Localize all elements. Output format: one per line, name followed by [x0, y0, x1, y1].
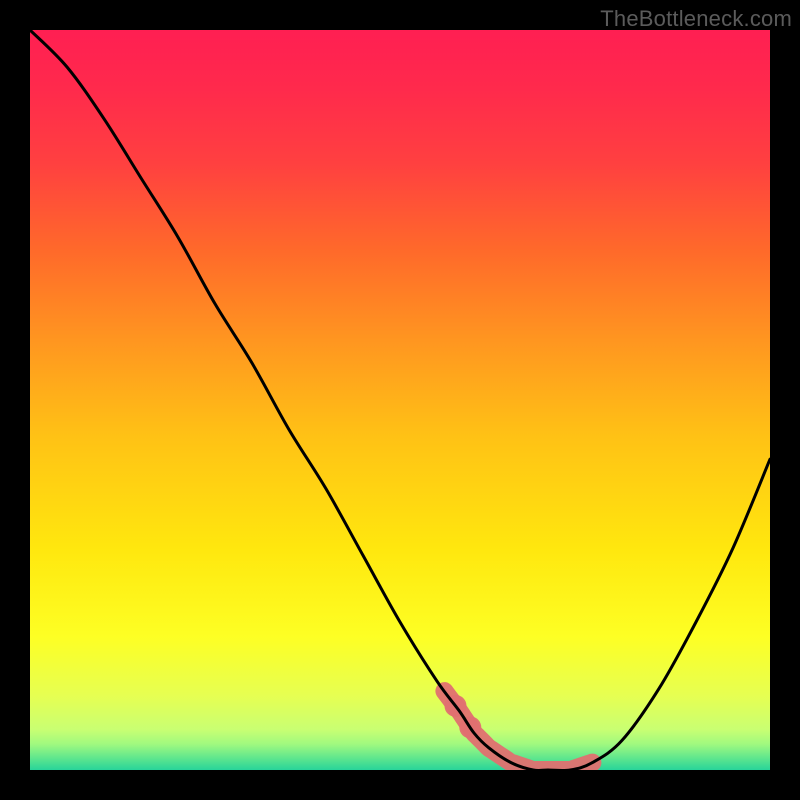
chart-frame: TheBottleneck.com — [0, 0, 800, 800]
plot-area — [30, 30, 770, 770]
curve-line — [30, 30, 770, 770]
watermark-text: TheBottleneck.com — [600, 6, 792, 32]
bottleneck-curve — [30, 30, 770, 770]
